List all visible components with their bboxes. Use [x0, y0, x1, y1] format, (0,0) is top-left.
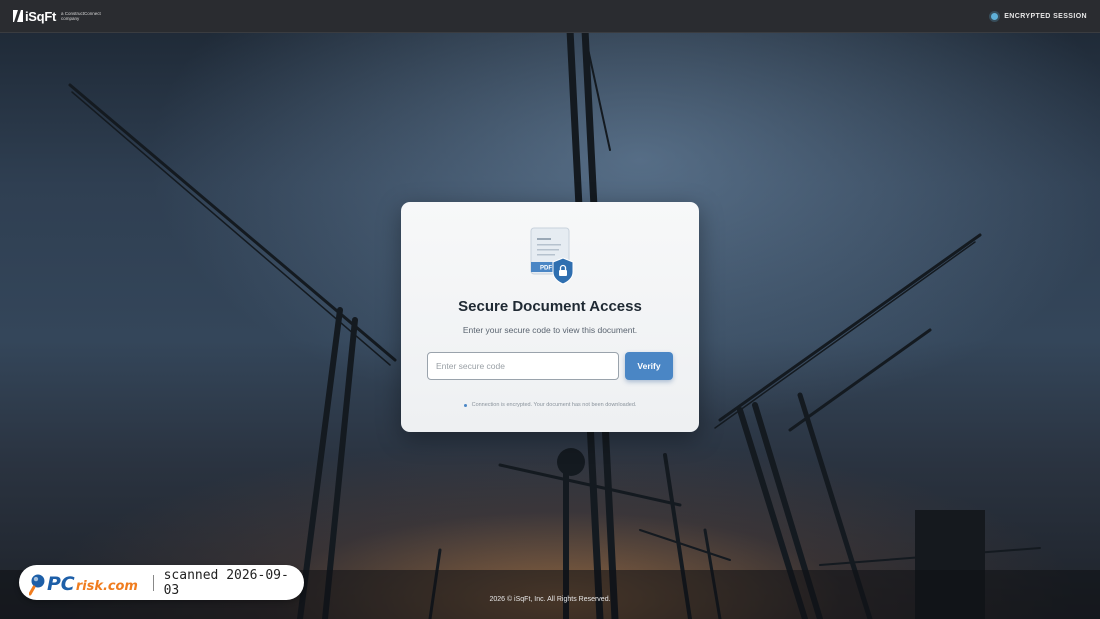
secure-code-input[interactable] — [427, 352, 619, 380]
logo-text: iSqFt — [25, 8, 56, 24]
bullet-dot-icon — [463, 403, 467, 407]
pdf-lock-document-icon: PDF — [530, 227, 574, 285]
logo-subtext: a ConstructConnect company — [61, 11, 101, 21]
encrypted-session-indicator: ENCRYPTED SESSION — [991, 12, 1087, 20]
isqft-logo[interactable]: iSqFt a ConstructConnect company — [13, 9, 113, 24]
secure-access-card: PDF Secure Document Access Enter your se… — [401, 202, 699, 432]
encryption-note: Connection is encrypted. Your document h… — [401, 402, 699, 408]
encryption-note-text: Connection is encrypted. Your document h… — [471, 402, 637, 408]
pcrisk-logo-pc: PC — [47, 572, 75, 594]
pcrisk-logo-risk: risk.com — [76, 578, 138, 593]
page-title: Secure Document Access — [458, 298, 642, 315]
magnifier-icon — [29, 573, 46, 595]
status-dot-icon — [991, 12, 999, 20]
pcrisk-watermark: PC risk.com scanned 2026-09-03 — [19, 565, 304, 600]
pcrisk-logo: PC risk.com — [29, 572, 138, 595]
session-label: ENCRYPTED SESSION — [1004, 12, 1087, 20]
card-subtitle: Enter your secure code to view this docu… — [462, 325, 638, 335]
scan-date-text: scanned 2026-09-03 — [163, 567, 289, 598]
verify-button[interactable]: Verify — [625, 352, 673, 380]
isqft-logo-icon — [13, 10, 23, 22]
top-bar: iSqFt a ConstructConnect company ENCRYPT… — [0, 0, 1100, 33]
watermark-divider — [152, 574, 154, 591]
pdf-badge-label: PDF — [540, 266, 552, 272]
